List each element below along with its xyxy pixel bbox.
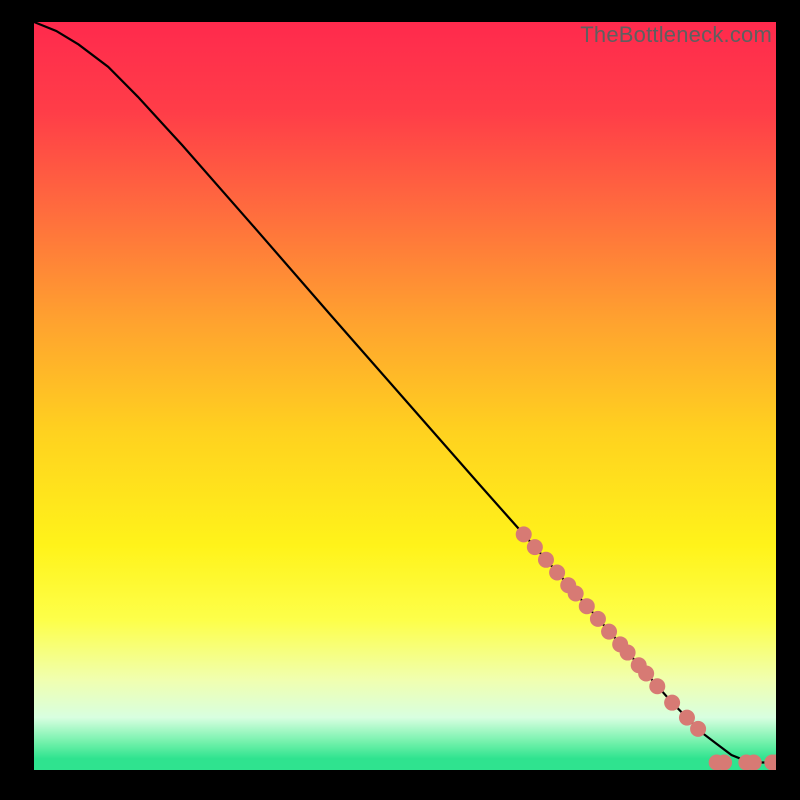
data-marker [746, 755, 762, 770]
data-marker [538, 552, 554, 568]
data-marker [516, 526, 532, 542]
data-marker [579, 598, 595, 614]
data-marker [527, 539, 543, 555]
chart-frame: TheBottleneck.com [0, 0, 800, 800]
data-marker [638, 666, 654, 682]
data-marker [601, 624, 617, 640]
chart-svg [34, 22, 776, 770]
data-marker [590, 611, 606, 627]
data-marker [568, 585, 584, 601]
data-marker [549, 565, 565, 581]
gradient-background [34, 22, 776, 770]
data-marker [664, 695, 680, 711]
data-marker [690, 721, 706, 737]
watermark-text: TheBottleneck.com [580, 22, 772, 48]
data-marker [620, 645, 636, 661]
data-marker [716, 755, 732, 770]
data-marker [649, 678, 665, 694]
plot-area: TheBottleneck.com [34, 22, 776, 770]
